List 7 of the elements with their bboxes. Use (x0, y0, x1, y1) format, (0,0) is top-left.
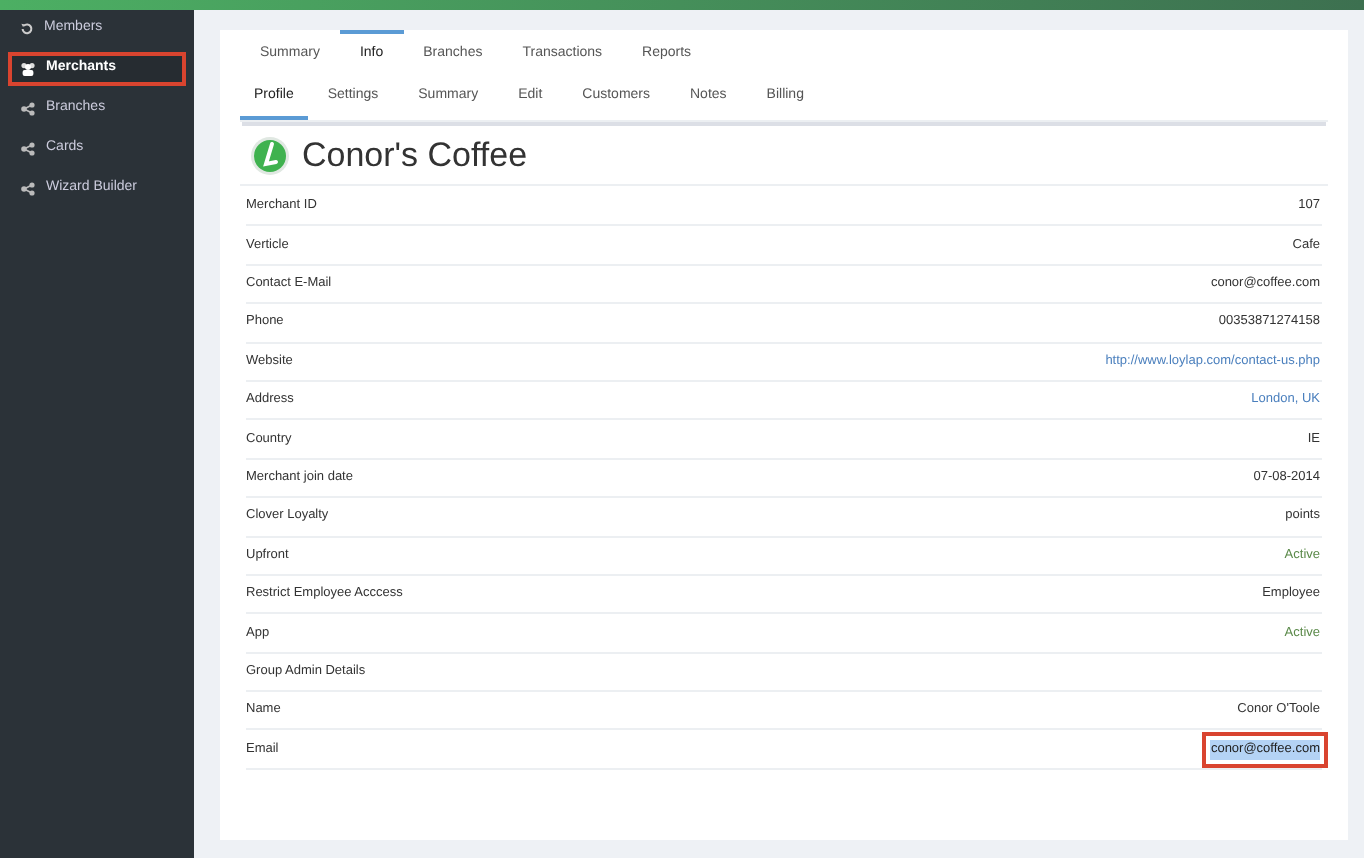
share-icon (20, 102, 36, 116)
merchant-name: Conor's Coffee (302, 133, 528, 178)
logo-icon (250, 135, 290, 175)
users-icon (20, 62, 36, 76)
history-icon (20, 22, 34, 36)
share-icon (20, 182, 36, 196)
share-icon (20, 142, 36, 156)
